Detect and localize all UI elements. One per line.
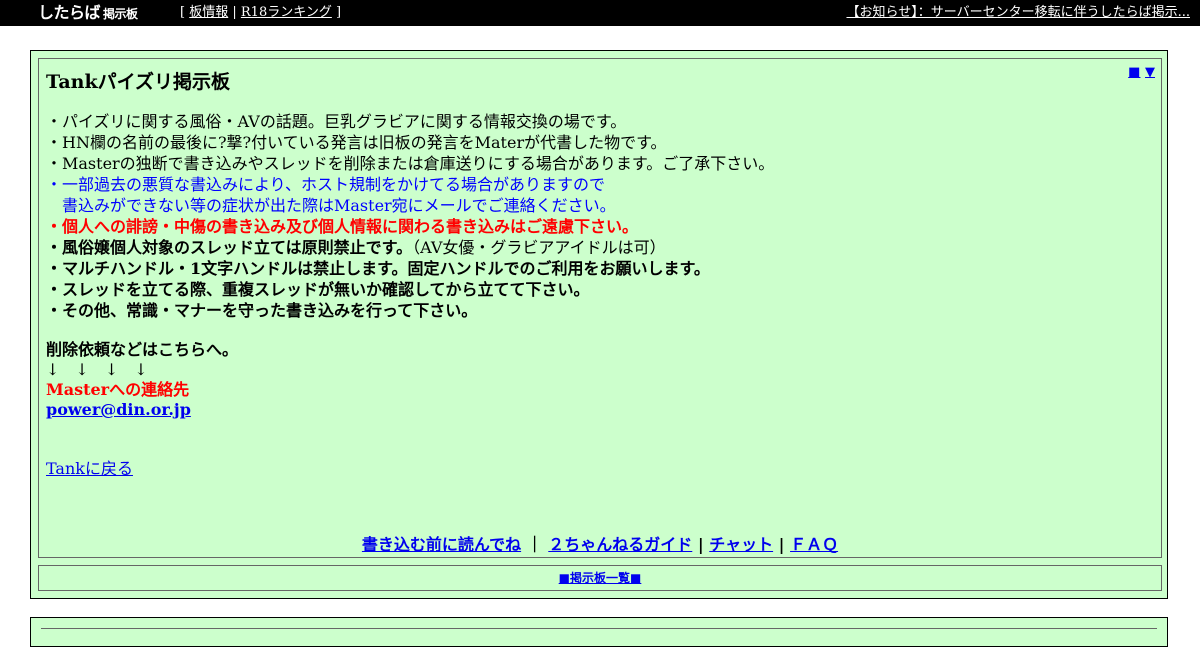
read-before-posting-link[interactable]: 書き込む前に読んでね bbox=[362, 535, 521, 554]
contact-heading: 削除依頼などはこちらへ。 bbox=[46, 340, 239, 359]
contact-section: 削除依頼などはこちらへ。 ↓ ↓ ↓ ↓ Masterへの連絡先 power@d… bbox=[46, 340, 238, 420]
rule-deletion-policy: ・Masterの独断で書き込みやスレッドを削除または倉庫送りにする場合があります… bbox=[46, 154, 775, 173]
top-header-bar: したらば 掲示板 [ 板情報 | R18ランキング ] 【お知らせ】：サーバーセン… bbox=[0, 0, 1200, 26]
board-title: Tankパイズリ掲示板 bbox=[46, 71, 231, 93]
down-arrows: ↓ ↓ ↓ ↓ bbox=[46, 360, 148, 379]
r18-ranking-link[interactable]: R18ランキング bbox=[241, 5, 332, 20]
2ch-guide-link[interactable]: ２ちゃんねるガイド bbox=[548, 535, 692, 554]
thread-list-inner-edge bbox=[41, 628, 1157, 649]
nav-bracket-open: [ bbox=[180, 5, 190, 20]
guide-separator-1: ｜ bbox=[521, 535, 549, 554]
rule-no-defamation: ・個人への誹謗・中傷の書き込み及び個人情報に関わる書き込みはご遠慮下さい。 bbox=[46, 217, 639, 236]
logo-small-text: 掲示板 bbox=[103, 7, 138, 21]
board-rules: ・パイズリに関する風俗・AVの話題。巨乳グラビアに関する情報交換の場です。 ・H… bbox=[46, 111, 774, 321]
faq-link[interactable]: ＦＡＱ bbox=[790, 535, 838, 554]
guide-separator-3: | bbox=[773, 535, 791, 554]
rule-duplicate-threads: ・スレッドを立てる際、重複スレッドが無いか確認してから立てて下さい。 bbox=[46, 280, 590, 299]
rule-host-restriction: ・一部過去の悪質な書込みにより、ホスト規制をかけてる場合がありますので bbox=[46, 175, 606, 194]
rule-no-individual-threads: ・風俗嬢個人対象のスレッド立ては原則禁止です。（AV女優・グラビアアイドルは可） bbox=[46, 237, 774, 258]
rule-topic: ・パイズリに関する風俗・AVの話題。巨乳グラビアに関する情報交換の場です。 bbox=[46, 112, 627, 131]
board-list-link[interactable]: ■掲示板一覧■ bbox=[559, 571, 642, 585]
logo-main-text: したらば bbox=[38, 3, 101, 22]
site-logo[interactable]: したらば 掲示板 bbox=[38, 3, 138, 23]
board-list-bar: ■掲示板一覧■ bbox=[38, 565, 1162, 591]
thread-list-panel bbox=[30, 617, 1168, 647]
board-header-panel: ■ ▼ Tankパイズリ掲示板 ・パイズリに関する風俗・AVの話題。巨乳グラビア… bbox=[30, 50, 1168, 599]
guide-separator-2: | bbox=[692, 535, 710, 554]
nav-separator: | bbox=[228, 5, 241, 20]
nav-bracket-close: ] bbox=[331, 5, 342, 20]
guide-links: 書き込む前に読んでね ｜ ２ちゃんねるガイド | チャット | ＦＡＱ bbox=[39, 531, 1161, 555]
back-to-tank-link[interactable]: Tankに戻る bbox=[46, 459, 133, 478]
rule-host-restriction-contact: 書込みができない等の症状が出た際はMaster宛にメールでご連絡ください。 bbox=[62, 196, 616, 215]
rule-no-individual-threads-note: （AV女優・グラビアアイドルは可） bbox=[412, 238, 666, 257]
header-nav: [ 板情報 | R18ランキング ] bbox=[180, 0, 341, 26]
rule-manners: ・その他、常識・マナーを守った書き込みを行って下さい。 bbox=[46, 301, 478, 320]
scroll-down-link[interactable]: ▼ bbox=[1145, 65, 1155, 80]
rule-legacy-posts: ・HN欄の名前の最後に?撃?付いている発言は旧板の発言をMaterが代書した物で… bbox=[46, 133, 667, 152]
chat-link[interactable]: チャット bbox=[709, 535, 773, 554]
corner-nav: ■ ▼ bbox=[1128, 65, 1155, 80]
menu-square-link[interactable]: ■ bbox=[1128, 65, 1140, 80]
board-info-link[interactable]: 板情報 bbox=[189, 5, 228, 20]
contact-label: Masterへの連絡先 bbox=[46, 380, 190, 399]
board-description-box: ■ ▼ Tankパイズリ掲示板 ・パイズリに関する風俗・AVの話題。巨乳グラビア… bbox=[38, 58, 1162, 558]
rule-no-individual-threads-text: ・風俗嬢個人対象のスレッド立ては原則禁止です。 bbox=[46, 238, 413, 257]
rule-handle-policy: ・マルチハンドル・1文字ハンドルは禁止します。固定ハンドルでのご利用をお願いしま… bbox=[46, 259, 710, 278]
server-notice-link[interactable]: 【お知らせ】：サーバーセンター移転に伴うしたらば掲示... bbox=[846, 0, 1190, 26]
contact-email-link[interactable]: power@din.or.jp bbox=[46, 400, 191, 419]
